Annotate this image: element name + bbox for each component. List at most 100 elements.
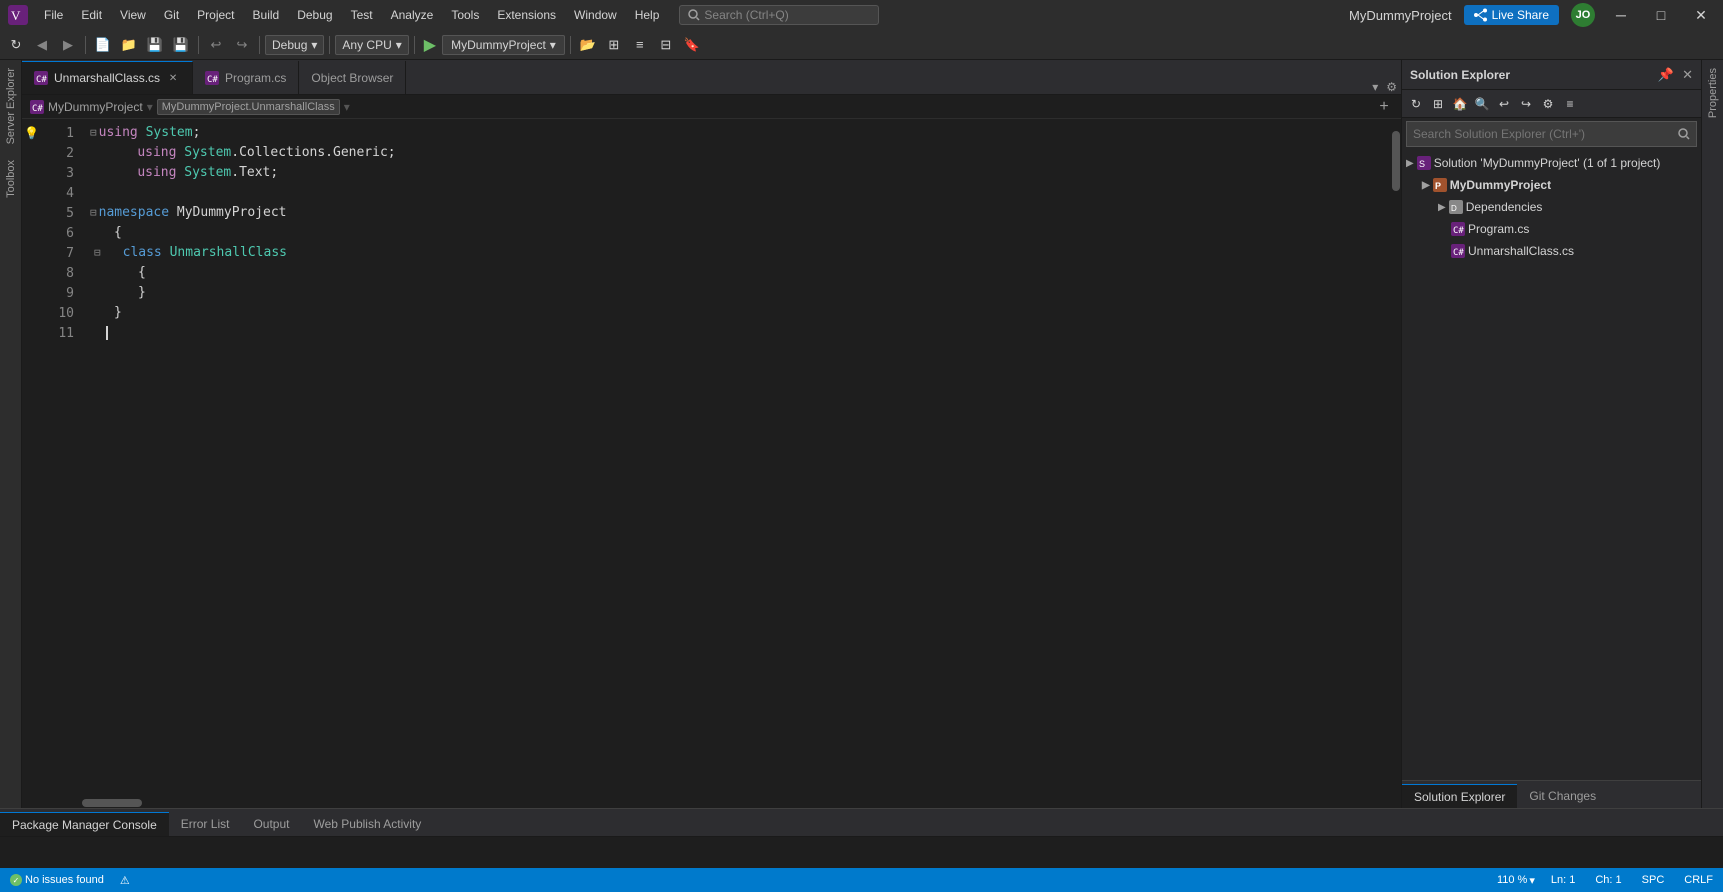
status-col[interactable]: Ch: 1 <box>1591 868 1625 892</box>
menu-debug[interactable]: Debug <box>289 4 340 26</box>
tab-object-browser[interactable]: Object Browser <box>299 61 406 94</box>
toolbar-forward-btn[interactable]: ▶ <box>56 33 80 57</box>
vertical-scrollbar[interactable] <box>1391 119 1401 808</box>
collapse-7[interactable]: ⊟ <box>90 243 101 263</box>
se-item-unmarshallclasscs[interactable]: C# UnmarshallClass.cs <box>1402 240 1701 262</box>
toolbar-refresh-btn[interactable]: ↻ <box>4 33 28 57</box>
collapse-5[interactable]: ⊟ <box>90 203 97 223</box>
se-btn-2[interactable]: ⊞ <box>1428 94 1448 114</box>
toolbar-btn-extra5[interactable]: 🔖 <box>680 33 704 57</box>
collapse-1[interactable]: ⊟ <box>90 123 97 143</box>
code-line-11 <box>82 323 1391 343</box>
breadcrumb-class-dropdown[interactable]: MyDummyProject.UnmarshallClass <box>157 99 340 115</box>
se-btn-7[interactable]: ⚙ <box>1538 94 1558 114</box>
se-search-bar[interactable] <box>1406 121 1697 147</box>
menu-build[interactable]: Build <box>245 4 288 26</box>
menu-tools[interactable]: Tools <box>443 4 487 26</box>
se-btn-6[interactable]: ↪ <box>1516 94 1536 114</box>
maximize-button[interactable]: □ <box>1647 1 1675 29</box>
h-scrollbar-thumb[interactable] <box>82 799 142 807</box>
menu-view[interactable]: View <box>112 4 154 26</box>
se-search-input[interactable] <box>1413 127 1678 141</box>
se-pin-btn[interactable]: 📌 <box>1658 67 1674 83</box>
se-btn-8[interactable]: ≡ <box>1560 94 1580 114</box>
se-btn-5[interactable]: ↩ <box>1494 94 1514 114</box>
se-search-icon <box>1678 128 1690 140</box>
close-button[interactable]: ✕ <box>1687 1 1715 29</box>
zoom-control[interactable]: 110 % ▾ <box>1497 874 1535 887</box>
project-dropdown[interactable]: MyDummyProject ▾ <box>442 35 565 55</box>
menu-file[interactable]: File <box>36 4 71 26</box>
toolbar-sep-5 <box>414 36 415 54</box>
tab-program[interactable]: C# Program.cs <box>193 61 299 94</box>
tab-close-unmarshallclass[interactable]: ✕ <box>166 71 180 85</box>
menu-project[interactable]: Project <box>189 4 242 26</box>
run-button[interactable]: ▶ <box>420 35 440 55</box>
menu-git[interactable]: Git <box>156 4 187 26</box>
code-editor[interactable]: 💡 1 2 3 4 5 6 7 8 9 10 11 <box>22 119 1401 808</box>
toolbar-open-btn[interactable]: 📁 <box>117 33 141 57</box>
breadcrumb-add-btn[interactable]: + <box>1375 98 1393 116</box>
breadcrumb-project[interactable]: MyDummyProject <box>48 100 143 114</box>
se-btn-3[interactable]: 🏠 <box>1450 94 1470 114</box>
platform-dropdown[interactable]: Any CPU ▾ <box>335 35 408 55</box>
se-item-project[interactable]: ▶ P MyDummyProject <box>1402 174 1701 196</box>
menu-test[interactable]: Test <box>343 4 381 26</box>
menu-help[interactable]: Help <box>627 4 668 26</box>
sidebar-label-server-explorer[interactable]: Server Explorer <box>5 60 17 152</box>
se-close-btn[interactable]: ✕ <box>1682 67 1693 83</box>
se-item-dependencies[interactable]: ▶ D Dependencies <box>1402 196 1701 218</box>
toolbar-save-btn[interactable]: 💾 <box>143 33 167 57</box>
zoom-dropdown-icon: ▾ <box>1529 874 1535 887</box>
toolbar-new-btn[interactable]: 📄 <box>91 33 115 57</box>
status-line-endings[interactable]: CRLF <box>1680 868 1717 892</box>
tab-unmarshallclass[interactable]: C# UnmarshallClass.cs ✕ <box>22 61 193 94</box>
menu-extensions[interactable]: Extensions <box>489 4 564 26</box>
minimize-button[interactable]: ─ <box>1607 1 1635 29</box>
toolbar-undo-btn[interactable]: ↩ <box>204 33 228 57</box>
bulb-icon-1[interactable]: 💡 <box>24 126 39 140</box>
bottom-tab-output[interactable]: Output <box>241 812 301 836</box>
search-icon <box>688 9 700 21</box>
svg-text:D: D <box>1451 204 1457 213</box>
status-warnings[interactable]: ⚠ <box>116 868 134 892</box>
sidebar-label-toolbox[interactable]: Toolbox <box>5 152 17 206</box>
menu-edit[interactable]: Edit <box>73 4 110 26</box>
status-right: 110 % ▾ Ln: 1 Ch: 1 SPC CRLF <box>1497 868 1717 892</box>
solution-explorer-header: Solution Explorer 📌 ✕ <box>1402 60 1701 90</box>
toolbar-btn-extra2[interactable]: ⊞ <box>602 33 626 57</box>
bottom-tab-package-manager[interactable]: Package Manager Console <box>0 812 169 836</box>
properties-label[interactable]: Properties <box>1707 60 1719 126</box>
bottom-tab-error-list[interactable]: Error List <box>169 812 242 836</box>
config-dropdown[interactable]: Debug ▾ <box>265 35 324 55</box>
tab-dropdown-btn[interactable]: ▾ <box>1372 80 1378 94</box>
code-lines[interactable]: ⊟ using System ; using System .Collectio… <box>82 119 1391 808</box>
toolbar-btn-extra1[interactable]: 📂 <box>576 33 600 57</box>
toolbar-btn-extra3[interactable]: ≡ <box>628 33 652 57</box>
toolbar-redo-btn[interactable]: ↪ <box>230 33 254 57</box>
horizontal-scrollbar[interactable] <box>22 798 1391 808</box>
se-btn-4[interactable]: 🔍 <box>1472 94 1492 114</box>
status-line[interactable]: Ln: 1 <box>1547 868 1579 892</box>
tab-git-changes[interactable]: Git Changes <box>1517 784 1608 808</box>
se-item-programcs[interactable]: C# Program.cs <box>1402 218 1701 240</box>
config-chevron: ▾ <box>311 38 317 52</box>
bottom-tab-web-publish[interactable]: Web Publish Activity <box>301 812 433 836</box>
se-btn-1[interactable]: ↻ <box>1406 94 1426 114</box>
tab-settings-btn[interactable]: ⚙ <box>1386 80 1397 94</box>
se-chevron-project: ▶ <box>1422 180 1430 191</box>
menu-analyze[interactable]: Analyze <box>383 4 442 26</box>
toolbar-back-btn[interactable]: ◀ <box>30 33 54 57</box>
se-item-solution[interactable]: ▶ S Solution 'MyDummyProject' (1 of 1 pr… <box>1402 152 1701 174</box>
code-line-1: ⊟ using System ; <box>82 123 1391 143</box>
menu-window[interactable]: Window <box>566 4 625 26</box>
user-avatar[interactable]: JO <box>1571 3 1595 27</box>
status-no-issues[interactable]: ✓ No issues found <box>6 868 108 892</box>
toolbar-btn-extra4[interactable]: ⊟ <box>654 33 678 57</box>
status-encoding[interactable]: SPC <box>1638 868 1669 892</box>
tab-solution-explorer[interactable]: Solution Explorer <box>1402 784 1517 808</box>
scrollbar-thumb[interactable] <box>1392 131 1400 191</box>
title-search-box[interactable]: Search (Ctrl+Q) <box>679 5 879 25</box>
toolbar-save-all-btn[interactable]: 💾 <box>169 33 193 57</box>
live-share-button[interactable]: Live Share <box>1464 5 1559 25</box>
